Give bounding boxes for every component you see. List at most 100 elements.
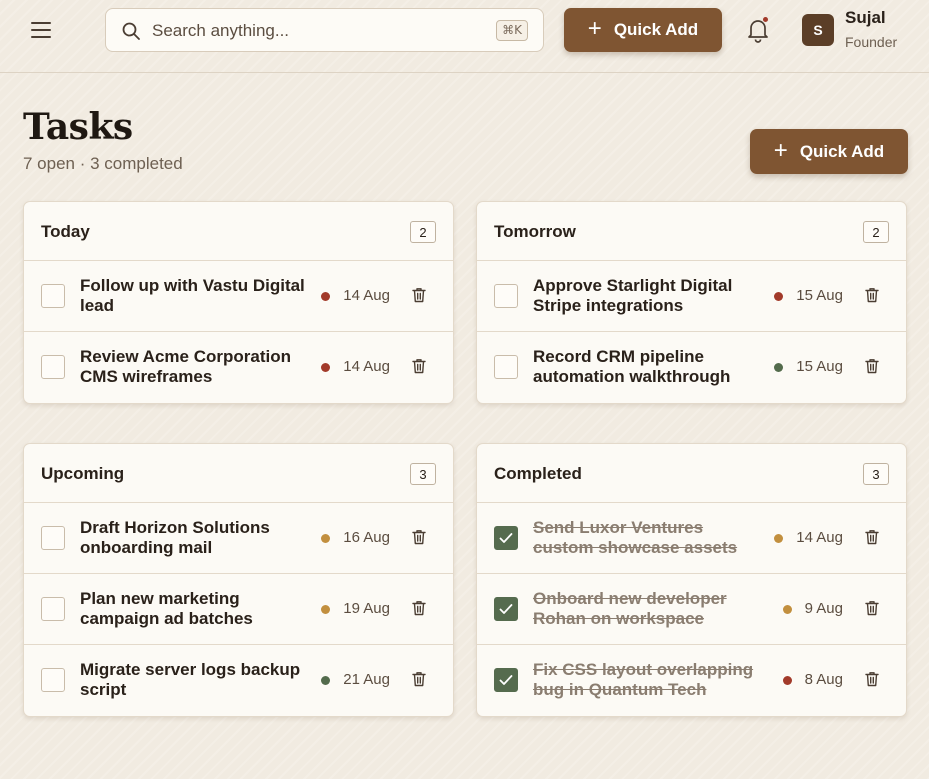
quick-add-button-top[interactable]: + Quick Add xyxy=(564,8,722,52)
priority-dot xyxy=(321,676,330,685)
menu-icon[interactable] xyxy=(29,20,53,40)
trash-icon[interactable] xyxy=(865,529,879,545)
task-title: Onboard new developer Rohan on workspace xyxy=(533,589,727,628)
column-title: Upcoming xyxy=(41,464,125,483)
task-list: Draft Horizon Solutions onboarding mail 1… xyxy=(24,503,453,716)
trash-icon[interactable] xyxy=(865,600,879,616)
due-date: 15 Aug xyxy=(796,358,843,375)
trash-icon[interactable] xyxy=(865,671,879,687)
column-header: Today 2 xyxy=(24,202,453,261)
page-subtitle: 7 open · 3 completed xyxy=(23,154,183,173)
column-header: Tomorrow 2 xyxy=(477,202,906,261)
trash-icon[interactable] xyxy=(412,671,426,687)
task-row[interactable]: Record CRM pipeline automation walkthrou… xyxy=(477,332,906,403)
trash-icon[interactable] xyxy=(865,287,879,303)
column-header: Completed 3 xyxy=(477,444,906,503)
search-icon xyxy=(122,22,140,40)
priority-dot xyxy=(321,605,330,614)
task-row[interactable]: Review Acme Corporation CMS wireframes 14… xyxy=(24,332,453,403)
task-title: Review Acme Corporation CMS wireframes xyxy=(80,347,291,386)
task-row[interactable]: Draft Horizon Solutions onboarding mail 1… xyxy=(24,503,453,574)
task-checkbox[interactable] xyxy=(41,597,65,621)
task-list: Follow up with Vastu Digital lead 14 Aug R… xyxy=(24,261,453,403)
avatar[interactable]: S xyxy=(802,14,834,46)
due-date: 15 Aug xyxy=(796,287,843,304)
count-badge: 2 xyxy=(863,221,889,243)
trash-icon[interactable] xyxy=(412,529,426,545)
task-checkbox[interactable] xyxy=(494,668,518,692)
due-date: 14 Aug xyxy=(343,287,390,304)
task-checkbox[interactable] xyxy=(41,668,65,692)
column-today: Today 2 Follow up with Vastu Digital lea… xyxy=(23,201,454,404)
trash-icon[interactable] xyxy=(865,358,879,374)
column-title: Tomorrow xyxy=(494,222,576,241)
due-date: 16 Aug xyxy=(343,529,390,546)
plus-icon: + xyxy=(773,136,788,164)
task-row[interactable]: Plan new marketing campaign ad batches 19… xyxy=(24,574,453,645)
check-icon xyxy=(499,675,513,685)
count-badge: 2 xyxy=(410,221,436,243)
task-row[interactable]: Migrate server logs backup script 21 Aug xyxy=(24,645,453,716)
priority-dot xyxy=(321,363,330,372)
count-badge: 3 xyxy=(863,463,889,485)
task-checkbox[interactable] xyxy=(494,526,518,550)
user-name: Sujal xyxy=(845,8,886,27)
task-title: Draft Horizon Solutions onboarding mail xyxy=(80,518,270,557)
trash-icon[interactable] xyxy=(412,287,426,303)
task-title: Fix CSS layout overlapping bug in Quantu… xyxy=(533,660,754,699)
column-title: Completed xyxy=(494,464,582,483)
task-title: Follow up with Vastu Digital lead xyxy=(80,276,305,315)
bell-icon[interactable] xyxy=(746,16,770,43)
column-upcoming: Upcoming 3 Draft Horizon Solutions onboa… xyxy=(23,443,454,717)
quick-add-label: Quick Add xyxy=(799,141,885,161)
check-icon xyxy=(499,533,513,543)
shortcut-hint: ⌘K xyxy=(496,20,528,41)
check-icon xyxy=(499,604,513,614)
due-date: 14 Aug xyxy=(343,358,390,375)
quick-add-button[interactable]: + Quick Add xyxy=(750,129,908,174)
count-badge: 3 xyxy=(410,463,436,485)
task-row[interactable]: Send Luxor Ventures custom showcase asse… xyxy=(477,503,906,574)
priority-dot xyxy=(321,292,330,301)
task-title: Migrate server logs backup script xyxy=(80,660,301,699)
task-checkbox[interactable] xyxy=(494,355,518,379)
plus-icon: + xyxy=(587,15,602,42)
task-checkbox[interactable] xyxy=(494,284,518,308)
column-header: Upcoming 3 xyxy=(24,444,453,503)
quick-add-label: Quick Add xyxy=(613,20,699,39)
priority-dot xyxy=(774,363,783,372)
task-title: Send Luxor Ventures custom showcase asse… xyxy=(533,518,738,557)
search-input[interactable] xyxy=(152,19,472,43)
column-completed: Completed 3 Send Luxor Ventures custom s… xyxy=(476,443,907,717)
user-role: Founder xyxy=(845,34,898,50)
column-tomorrow: Tomorrow 2 Approve Starlight Digital Str… xyxy=(476,201,907,404)
due-date: 8 Aug xyxy=(804,671,843,688)
priority-dot xyxy=(774,292,783,301)
notification-dot xyxy=(762,16,769,23)
task-title: Record CRM pipeline automation walkthrou… xyxy=(533,347,731,386)
task-checkbox[interactable] xyxy=(494,597,518,621)
task-row[interactable]: Onboard new developer Rohan on workspace… xyxy=(477,574,906,645)
priority-dot xyxy=(783,605,792,614)
page-title: Tasks xyxy=(23,106,133,148)
due-date: 14 Aug xyxy=(796,529,843,546)
priority-dot xyxy=(321,534,330,543)
trash-icon[interactable] xyxy=(412,358,426,374)
task-checkbox[interactable] xyxy=(41,284,65,308)
task-title: Approve Starlight Digital Stripe integra… xyxy=(533,276,733,315)
task-title: Plan new marketing campaign ad batches xyxy=(80,589,253,628)
task-checkbox[interactable] xyxy=(41,355,65,379)
task-row[interactable]: Approve Starlight Digital Stripe integra… xyxy=(477,261,906,332)
search-box[interactable]: ⌘K xyxy=(105,8,544,52)
task-row[interactable]: Fix CSS layout overlapping bug in Quantu… xyxy=(477,645,906,716)
due-date: 9 Aug xyxy=(804,600,843,617)
task-checkbox[interactable] xyxy=(41,526,65,550)
priority-dot xyxy=(783,676,792,685)
task-list: Approve Starlight Digital Stripe integra… xyxy=(477,261,906,403)
trash-icon[interactable] xyxy=(412,600,426,616)
task-row[interactable]: Follow up with Vastu Digital lead 14 Aug xyxy=(24,261,453,332)
due-date: 19 Aug xyxy=(343,600,390,617)
priority-dot xyxy=(774,534,783,543)
due-date: 21 Aug xyxy=(343,671,390,688)
task-list: Send Luxor Ventures custom showcase asse… xyxy=(477,503,906,716)
